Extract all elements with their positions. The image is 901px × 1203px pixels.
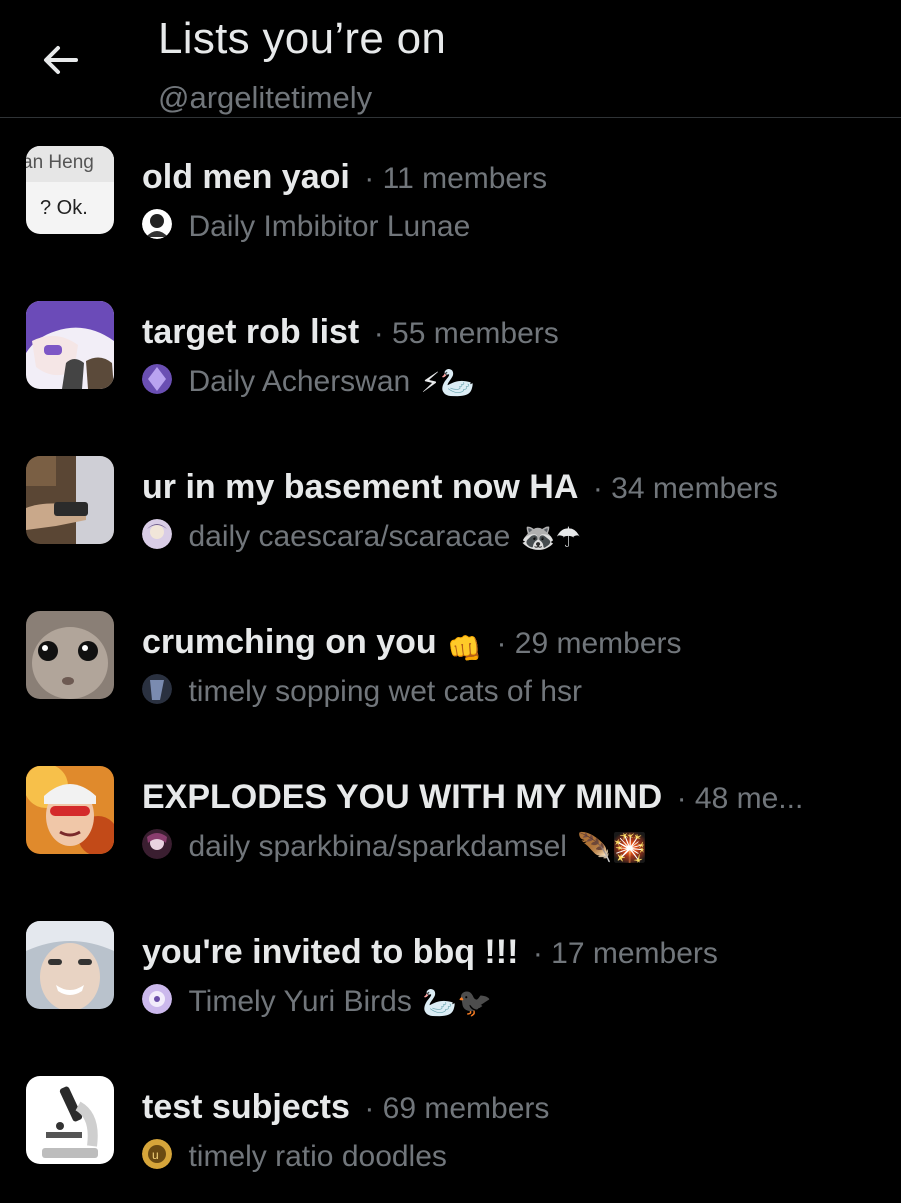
fist-emoji: 👊 bbox=[447, 632, 483, 665]
member-count: · 17 members bbox=[532, 937, 718, 970]
owner-name: timely ratio doodles bbox=[188, 1140, 447, 1173]
list-name: crumching on you bbox=[142, 623, 437, 661]
lightning-swan-emoji: ⚡🦢 bbox=[420, 365, 476, 399]
arrow-left-icon bbox=[44, 46, 78, 74]
thumb-text: ? Ok. bbox=[40, 197, 88, 219]
list-thumbnail bbox=[26, 766, 114, 854]
list-thumbnail bbox=[26, 301, 114, 389]
list-title-row: target rob list · 55 members bbox=[142, 313, 883, 355]
raccoon-umbrella-emoji: 🦝☂ bbox=[520, 520, 581, 554]
list-name: target rob list bbox=[142, 313, 360, 351]
member-count: · 48 me... bbox=[676, 782, 804, 815]
owner-avatar bbox=[142, 984, 172, 1014]
account-handle: @argelitetimely bbox=[158, 80, 373, 115]
list-item[interactable]: you're invited to bbq !!! · 17 members T… bbox=[0, 893, 901, 1048]
list-item[interactable]: test subjects · 69 members u timely rati… bbox=[0, 1048, 901, 1203]
list-name: ur in my basement now HA bbox=[142, 468, 579, 506]
list-item[interactable]: EXPLODES YOU WITH MY MIND · 48 me... dai… bbox=[0, 738, 901, 893]
owner-name: daily caescara/scaracae bbox=[188, 520, 511, 553]
lists-container: an Heng ? Ok. old men yaoi · 11 members … bbox=[0, 118, 901, 1203]
list-name: old men yaoi bbox=[142, 158, 350, 196]
owner-name: Timely Yuri Birds bbox=[188, 985, 412, 1018]
owner-avatar bbox=[142, 209, 172, 239]
list-thumbnail bbox=[26, 611, 114, 699]
list-thumbnail bbox=[26, 456, 114, 544]
list-thumbnail bbox=[26, 921, 114, 1009]
member-count: · 11 members bbox=[364, 162, 548, 195]
owner-avatar bbox=[142, 674, 172, 704]
back-button[interactable] bbox=[36, 36, 84, 84]
list-owner-row: Daily Imbibitor Lunae bbox=[142, 209, 471, 250]
list-item[interactable]: an Heng ? Ok. old men yaoi · 11 members … bbox=[0, 118, 901, 273]
list-owner-row: daily caescara/scaracae 🦝☂ bbox=[142, 519, 581, 560]
list-title-row: you're invited to bbq !!! · 17 members bbox=[142, 933, 883, 975]
owner-name: Daily Imbibitor Lunae bbox=[188, 210, 471, 243]
thumb-text: an Heng bbox=[26, 152, 94, 173]
swan-blackbird-emoji: 🦢🐦‍⬛ bbox=[422, 985, 493, 1019]
list-title-row: EXPLODES YOU WITH MY MIND · 48 me... bbox=[142, 778, 883, 820]
member-count: · 55 members bbox=[373, 317, 559, 350]
svg-text:u: u bbox=[152, 1148, 159, 1162]
list-owner-row: u timely ratio doodles bbox=[142, 1139, 447, 1180]
owner-name: daily sparkbina/sparkdamsel bbox=[188, 830, 567, 863]
list-owner-row: timely sopping wet cats of hsr bbox=[142, 674, 582, 715]
list-title-row: ur in my basement now HA · 34 members bbox=[142, 468, 883, 510]
owner-avatar: u bbox=[142, 1139, 172, 1169]
list-name: you're invited to bbq !!! bbox=[142, 933, 519, 971]
owner-avatar bbox=[142, 519, 172, 549]
owner-avatar bbox=[142, 829, 172, 859]
member-count: · 34 members bbox=[592, 472, 778, 505]
page-header: Lists you’re on @argelitetimely bbox=[0, 0, 901, 118]
list-name: EXPLODES YOU WITH MY MIND bbox=[142, 778, 663, 816]
list-title-row: test subjects · 69 members bbox=[142, 1088, 883, 1130]
list-owner-row: Timely Yuri Birds 🦢🐦‍⬛ bbox=[142, 984, 493, 1025]
list-owner-row: daily sparkbina/sparkdamsel 🪶🎇 bbox=[142, 829, 648, 870]
wing-sparkler-emoji: 🪶🎇 bbox=[577, 830, 648, 864]
owner-avatar bbox=[142, 364, 172, 394]
list-thumbnail bbox=[26, 1076, 114, 1164]
list-thumbnail: an Heng ? Ok. bbox=[26, 146, 114, 234]
list-item[interactable]: crumching on you 👊 · 29 members timely s… bbox=[0, 583, 901, 738]
list-title-row: old men yaoi · 11 members bbox=[142, 158, 883, 200]
list-item[interactable]: target rob list · 55 members Daily Acher… bbox=[0, 273, 901, 428]
member-count: · 69 members bbox=[364, 1092, 550, 1125]
owner-name: Daily Acherswan bbox=[188, 365, 411, 398]
list-item[interactable]: ur in my basement now HA · 34 members da… bbox=[0, 428, 901, 583]
list-title-row: crumching on you 👊 · 29 members bbox=[142, 623, 883, 665]
owner-name: timely sopping wet cats of hsr bbox=[188, 675, 582, 708]
page-title: Lists you’re on bbox=[158, 14, 447, 63]
list-owner-row: Daily Acherswan ⚡🦢 bbox=[142, 364, 476, 405]
list-name: test subjects bbox=[142, 1088, 350, 1126]
member-count: · 29 members bbox=[496, 627, 682, 660]
